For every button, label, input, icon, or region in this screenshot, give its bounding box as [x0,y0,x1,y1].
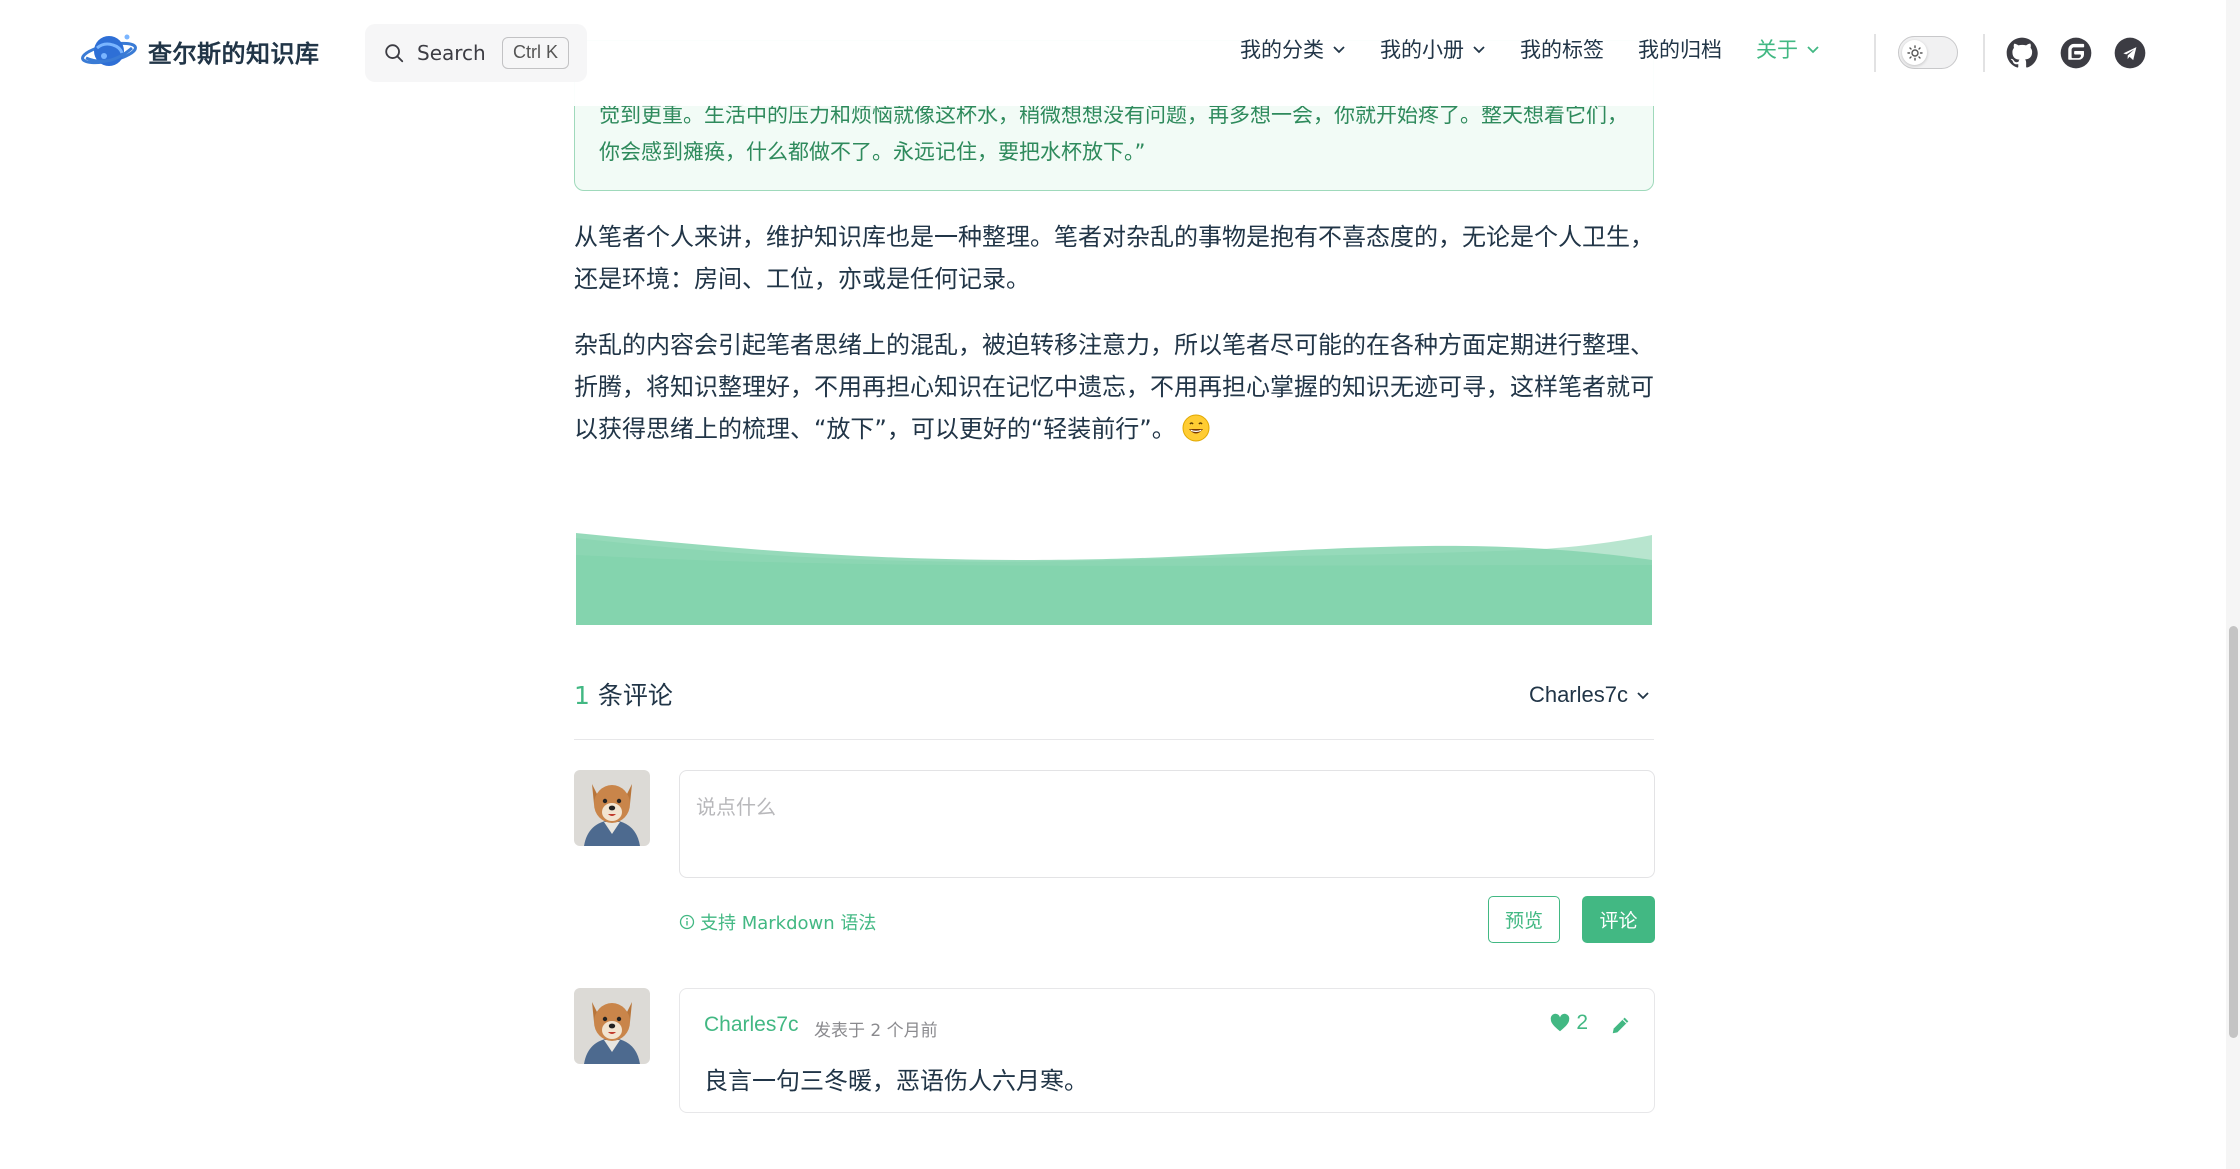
nav-item-label: 关于 [1756,38,1798,62]
nav-item-booklets[interactable]: 我的小册 [1380,34,1486,64]
nav-item-label: 我的归档 [1638,38,1722,62]
nav-divider [1983,34,1985,72]
wave-divider [576,533,1652,625]
paragraph-line: 以获得思绪上的梳理、“放下”，可以更好的“轻装前行”。 [574,408,1660,450]
site-title: 查尔斯的知识库 [148,39,320,68]
avatar[interactable] [574,988,650,1064]
like-count: 2 [1576,1011,1588,1034]
nav-item-tags[interactable]: 我的标签 [1520,34,1604,64]
comment-card: Charles7c 发表于 2 个月前 2 良言一句三冬暖，恶语伤人六月寒。 [679,988,1655,1113]
avatar [574,770,650,846]
chevron-down-icon [1473,46,1485,54]
scrollbar-thumb[interactable] [2229,626,2238,1038]
shiba-avatar-icon [574,770,650,846]
paragraph-line: 杂乱的内容会引起笔者思绪上的混乱，被迫转移注意力，所以笔者尽可能的在各种方面定期… [574,331,1654,359]
paragraph-line: 从笔者个人来讲，维护知识库也是一种整理。笔者对杂乱的事物是抱有不喜态度的，无论是… [574,223,1654,251]
comment-time: 2 个月前 [870,1021,938,1041]
like-button[interactable]: 2 [1549,1011,1588,1035]
github-icon[interactable] [2006,37,2038,69]
gitee-icon[interactable] [2060,37,2092,69]
comment-count-number: 1 [574,681,590,710]
comment-meta: 发表于 2 个月前 [814,1016,938,1041]
article-paragraph: 从笔者个人来讲，维护知识库也是一种整理。笔者对杂乱的事物是抱有不喜态度的，无论是… [574,216,1660,300]
grinning-face-emoji-icon [1182,414,1210,442]
comment-input-placeholder: 说点什么 [696,795,776,819]
comment-author-link[interactable]: Charles7c [704,1013,799,1037]
paragraph-line-text: 以获得思绪上的梳理、“放下”，可以更好的“轻装前行”。 [574,415,1176,443]
submit-comment-button[interactable]: 评论 [1582,896,1655,943]
paragraph-line: 还是环境：房间、工位，亦或是任何记录。 [574,265,1030,293]
info-icon [679,914,695,930]
chevron-down-icon [1807,46,1819,54]
site-logo[interactable]: 查尔斯的知识库 [80,28,320,74]
planet-logo-icon [81,34,137,66]
nav-item-about[interactable]: 关于 [1756,34,1820,64]
nav-divider [1874,34,1876,72]
heart-icon [1551,1013,1570,1032]
article-paragraph: 杂乱的内容会引起笔者思绪上的混乱，被迫转移注意力，所以笔者尽可能的在各种方面定期… [574,324,1660,450]
nav-item-archives[interactable]: 我的归档 [1638,34,1722,64]
chevron-down-icon [1333,46,1345,54]
markdown-hint-link[interactable]: 支持 Markdown 语法 [679,909,876,935]
current-user-name: Charles7c [1528,682,1628,707]
comments-header: 1 条评论 Charles7c [574,676,1654,740]
comment-text: 良言一句三冬暖，恶语伤人六月寒。 [704,1067,1088,1095]
chevron-down-icon [1637,692,1649,700]
theme-toggle[interactable] [1898,36,1958,69]
nav-item-label: 我的分类 [1240,38,1324,62]
nav-menu: 我的分类 我的小册 我的标签 我的归档 关于 [1240,34,1854,64]
telegram-icon[interactable] [2114,37,2146,69]
nav-item-label: 我的标签 [1520,38,1604,62]
sun-icon [1906,44,1923,61]
comment-input[interactable]: 说点什么 [679,770,1655,878]
top-navbar: 查尔斯的知识库 Search Ctrl K 我的分类 我的小册 我的标签 我的归… [0,0,2220,106]
paragraph-line: 折腾，将知识整理好，不用再担心知识在记忆中遗忘，不用再担心掌握的知识无迹可寻，这… [574,373,1654,401]
comment-count-suffix: 条评论 [597,681,673,710]
search-label: Search [417,41,486,65]
nav-item-categories[interactable]: 我的分类 [1240,34,1346,64]
toggle-knob [1902,40,1927,65]
preview-button[interactable]: 预览 [1488,896,1560,943]
search-shortcut-badge: Ctrl K [502,37,569,69]
search-button[interactable]: Search Ctrl K [365,24,587,82]
quote-line: 你会感到瘫痪，什么都做不了。永远记住，要把水杯放下。” [599,140,1146,164]
comment-count: 1 条评论 [574,681,673,710]
nav-item-label: 我的小册 [1380,38,1464,62]
markdown-hint-text: 支持 Markdown 语法 [700,913,877,934]
search-icon [385,44,404,63]
current-user-dropdown[interactable]: Charles7c [1529,682,1650,708]
edit-pencil-icon[interactable] [1610,1014,1632,1036]
comment-posted-prefix: 发表于 [814,1021,865,1041]
shiba-avatar-icon [574,988,650,1064]
